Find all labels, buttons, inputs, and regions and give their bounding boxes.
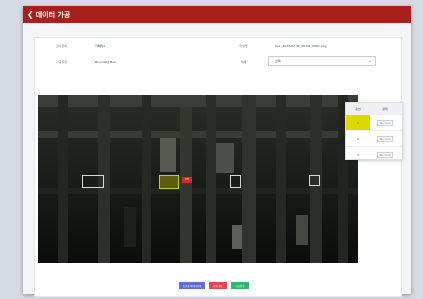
bounding-box[interactable] — [309, 175, 320, 186]
file-name-value: CAL_2023-07-31_00101_0001.png — [275, 44, 327, 48]
object-select[interactable]: 선택 ⌄ — [268, 56, 376, 66]
object-index: 1 — [346, 115, 370, 130]
save-button[interactable]: 가공완료 — [231, 282, 249, 289]
object-select-value: 선택 — [275, 59, 281, 63]
data-processing-window: ❮ 데이터 가공 검사항목 카메라1 파일명 CAL_2023-07-31_00… — [23, 6, 411, 297]
inspection-item-label: 검사항목 — [55, 44, 68, 48]
object-list-row[interactable]: 2 Normal — [346, 130, 402, 146]
column-header-index: 순번 — [355, 106, 361, 111]
bounding-box-tag[interactable]: 선택 — [182, 177, 192, 183]
column-header-status: 상태 — [382, 106, 388, 111]
status-select[interactable]: Normal — [376, 135, 394, 142]
bounding-box[interactable] — [82, 175, 104, 188]
object-label: 객체 — [240, 60, 247, 64]
object-list-header: 순번 상태 — [346, 103, 402, 114]
object-index: 3 — [357, 152, 359, 157]
reset-button[interactable]: 초기화 데이터삭제 — [179, 282, 205, 289]
processing-type-label: 가공유형 — [55, 60, 68, 64]
chevron-down-icon: ⌄ — [367, 58, 372, 64]
object-list-row[interactable]: 1 Normal — [346, 114, 402, 130]
delete-button[interactable]: 삭제 취소 — [209, 282, 227, 289]
object-list-row[interactable]: 3 Normal — [346, 146, 402, 162]
inspection-item-value: 카메라1 — [95, 44, 106, 48]
bounding-box-selected[interactable] — [159, 175, 179, 189]
page-title: 데이터 가공 — [35, 10, 71, 19]
processing-type-value: Bounding Box — [95, 60, 116, 64]
file-name-label: 파일명 — [239, 44, 248, 48]
status-select[interactable]: Normal — [376, 151, 394, 158]
object-list-panel: 순번 상태 1 Normal 2 Normal 3 Normal — [345, 102, 403, 160]
object-index: 2 — [357, 136, 359, 141]
chevron-left-icon[interactable]: ❮ — [27, 10, 34, 19]
processing-card: 검사항목 카메라1 파일명 CAL_2023-07-31_00101_0001.… — [34, 37, 403, 297]
page-header: ❮ 데이터 가공 — [23, 6, 411, 23]
status-select[interactable]: Normal — [376, 119, 394, 126]
bounding-box[interactable] — [230, 175, 241, 188]
image-canvas[interactable]: 선택 — [38, 95, 358, 263]
